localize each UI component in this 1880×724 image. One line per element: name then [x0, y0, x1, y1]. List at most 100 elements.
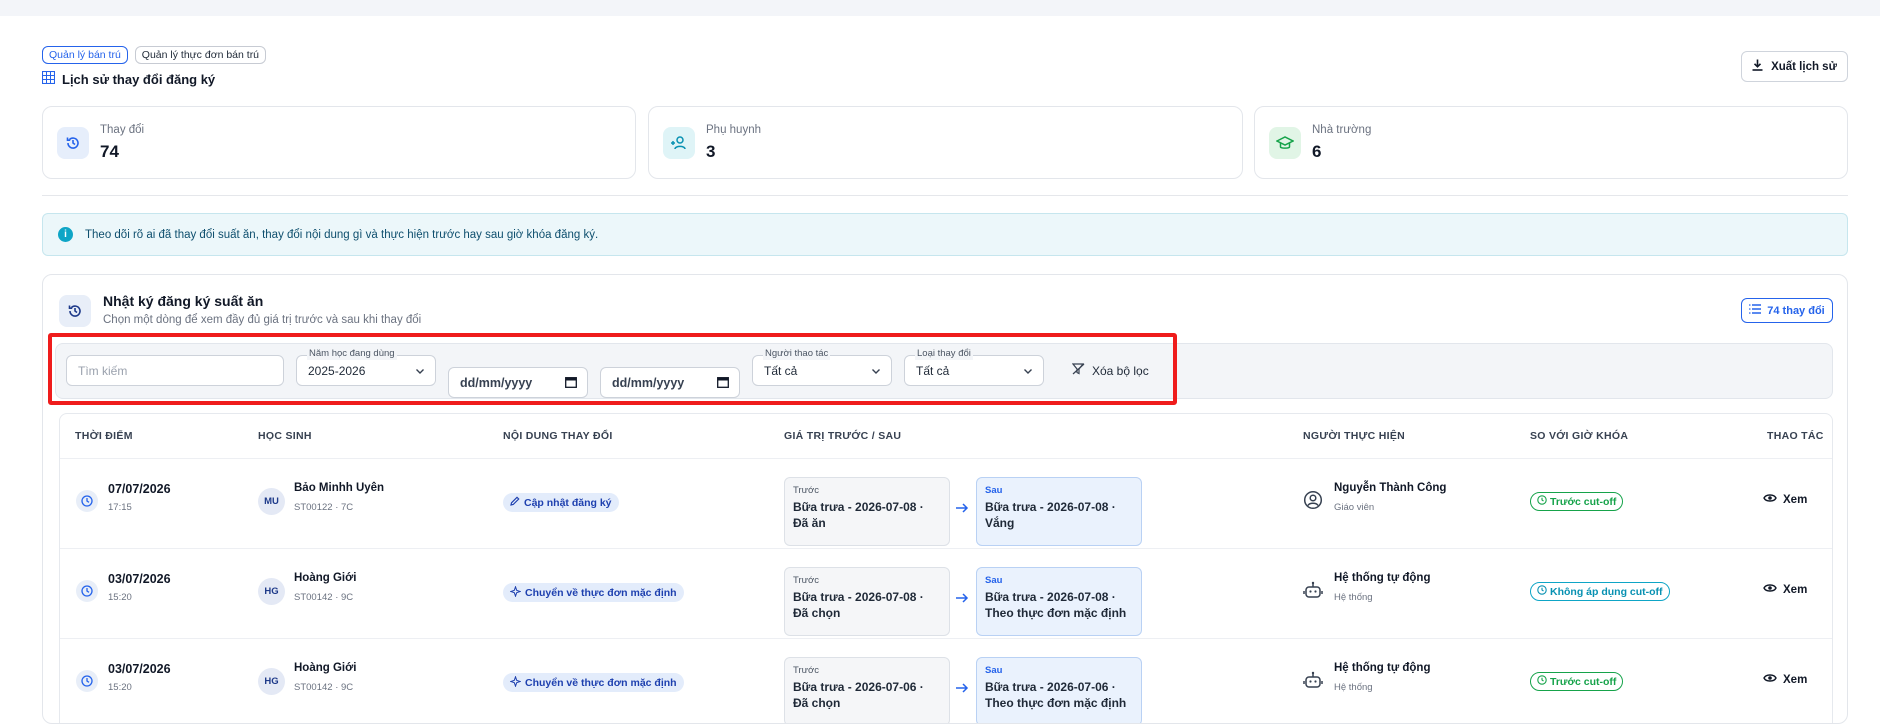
stat-card-changes: Thay đổi 74 [42, 106, 636, 179]
after-value: Bữa trưa - 2026-07-06 · Theo thực đơn mặ… [985, 680, 1127, 710]
arrow-right-icon [955, 501, 969, 519]
view-button[interactable]: Xem [1763, 493, 1807, 506]
cutoff-badge: Không áp dụng cut-off [1530, 582, 1670, 601]
change-type-label: Cập nhật đăng ký [524, 496, 612, 509]
before-label: Trước [793, 485, 819, 496]
breadcrumb: Quản lý bán trú Quản lý thực đơn bán trú [42, 46, 267, 64]
export-label: Xuất lịch sử [1771, 60, 1837, 73]
view-label: Xem [1783, 583, 1808, 596]
crumb-menu-management[interactable]: Quản lý thực đơn bán trú [134, 46, 267, 64]
cutoff-label: Không áp dụng cut-off [1550, 585, 1663, 598]
row-date: 03/07/2026 [108, 662, 171, 676]
page-root: Quản lý bán trú Quản lý thực đơn bán trú… [0, 0, 1880, 724]
change-log-table: THỜI ĐIỂM HỌC SINH NỘI DUNG THAY ĐỔI GIÁ… [59, 413, 1833, 723]
arrow-right-icon [955, 681, 969, 699]
chevron-down-icon [415, 365, 425, 379]
column-header-cutoff: SO VỚI GIỜ KHÓA [1530, 430, 1629, 442]
actor-select[interactable]: Người thao tác Tất cả [752, 348, 892, 386]
list-icon [1749, 304, 1762, 317]
export-history-button[interactable]: Xuất lịch sử [1741, 51, 1848, 82]
stat-value: 3 [706, 142, 716, 161]
divider [42, 195, 1848, 196]
student-code: ST00142 · 9C [294, 592, 354, 603]
view-button[interactable]: Xem [1763, 673, 1807, 686]
change-type-legend: Loại thay đổi [915, 348, 973, 360]
page-title: Lịch sử thay đổi đăng ký [41, 70, 215, 87]
chevron-down-icon [871, 365, 881, 379]
student-code: ST00122 · 7C [294, 502, 354, 513]
date-from-value: dd/mm/yyyy [460, 375, 533, 390]
change-type-label: Chuyển về thực đơn mặc định [525, 586, 677, 599]
clock-check-icon [1537, 585, 1547, 598]
meal-log-panel: Nhật ký đăng ký suất ăn Chọn một dòng để… [42, 274, 1848, 724]
cutoff-label: Trước cut-off [1550, 495, 1617, 508]
arrow-right-icon [955, 591, 969, 609]
column-header-values: GIÁ TRỊ TRƯỚC / SAU [784, 430, 902, 442]
avatar: HG [258, 668, 285, 695]
after-value: Bữa trưa - 2026-07-08 · Vắng [985, 500, 1116, 530]
date-from-input[interactable]: dd/mm/yyyy [448, 367, 588, 398]
column-header-student: HỌC SINH [258, 430, 312, 442]
clock-icon [76, 670, 98, 692]
before-value: Bữa trưa - 2026-07-08 · Đã chọn [793, 590, 924, 620]
row-time: 17:15 [108, 502, 132, 513]
user-circle-icon [1303, 490, 1323, 515]
calendar-icon [565, 376, 577, 391]
filter-bar: Tìm kiếm Năm học đang dùng 2025-2026 dd/… [55, 343, 1833, 399]
change-type-tag: Chuyển về thực đơn mặc định [503, 583, 684, 602]
stat-value: 6 [1312, 142, 1322, 161]
school-year-select[interactable]: Năm học đang dùng 2025-2026 [296, 348, 436, 386]
change-type-select[interactable]: Loại thay đổi Tất cả [904, 348, 1044, 386]
change-type-tag: Chuyển về thực đơn mặc định [503, 673, 684, 692]
cutoff-badge: Trước cut-off [1530, 672, 1624, 691]
change-count-button[interactable]: 74 thay đổi [1741, 298, 1833, 323]
clear-filter-button[interactable]: Xóa bộ lọc [1071, 355, 1149, 386]
actor-name: Hệ thống tự động [1334, 662, 1431, 674]
table-row[interactable]: 07/07/2026 17:15 MU Bảo Minhh Uyên ST001… [60, 458, 1832, 548]
actor-name: Hệ thống tự động [1334, 572, 1431, 584]
change-count-label: 74 thay đổi [1767, 304, 1825, 317]
clock-icon [76, 580, 98, 602]
stat-card-school: Nhà trường 6 [1254, 106, 1848, 179]
actor-value: Tất cả [764, 363, 798, 378]
row-time: 15:20 [108, 592, 132, 603]
stat-card-parents: Phụ huynh 3 [648, 106, 1243, 179]
before-label: Trước [793, 665, 819, 676]
clock-check-icon [1537, 495, 1547, 508]
pencil-icon [510, 496, 520, 509]
search-input[interactable]: Tìm kiếm [66, 355, 284, 386]
sparkle-icon [509, 674, 522, 690]
cutoff-badge: Trước cut-off [1530, 492, 1624, 511]
eye-icon [1763, 493, 1777, 506]
column-header-action: THAO TÁC [1767, 430, 1824, 442]
table-row[interactable]: 03/07/2026 15:20 HG Hoàng Giới ST00142 ·… [60, 638, 1832, 723]
stat-value: 74 [100, 142, 119, 161]
view-label: Xem [1783, 673, 1808, 686]
actor-name: Nguyễn Thành Công [1334, 482, 1447, 494]
value-before: Trước Bữa trưa - 2026-07-06 · Đã chọn [784, 657, 950, 723]
value-before: Trước Bữa trưa - 2026-07-08 · Đã chọn [784, 567, 950, 636]
after-label: Sau [985, 485, 1003, 496]
crumb-meal-management[interactable]: Quản lý bán trú [42, 46, 128, 64]
value-after: Sau Bữa trưa - 2026-07-06 · Theo thực đơ… [976, 657, 1142, 723]
column-header-change: NỘI DUNG THAY ĐỔI [503, 430, 613, 442]
calendar-icon [717, 376, 729, 391]
row-date: 07/07/2026 [108, 482, 171, 496]
avatar: HG [258, 578, 285, 605]
row-time: 15:20 [108, 682, 132, 693]
table-icon [41, 70, 56, 87]
value-before: Trước Bữa trưa - 2026-07-08 · Đã ăn [784, 477, 950, 546]
history-icon [57, 127, 89, 159]
table-row[interactable]: 03/07/2026 15:20 HG Hoàng Giới ST00142 ·… [60, 548, 1832, 638]
stat-label: Thay đổi [100, 124, 145, 136]
view-button[interactable]: Xem [1763, 583, 1807, 596]
info-text: Theo dõi rõ ai đã thay đổi suất ăn, thay… [85, 228, 599, 241]
after-value: Bữa trưa - 2026-07-08 · Theo thực đơn mặ… [985, 590, 1127, 620]
chevron-down-icon [1023, 365, 1033, 379]
info-icon: i [58, 227, 73, 242]
clock-icon [76, 490, 98, 512]
cutoff-label: Trước cut-off [1550, 675, 1617, 688]
panel-subtitle: Chọn một dòng để xem đầy đủ giá trị trướ… [103, 314, 422, 326]
date-to-input[interactable]: dd/mm/yyyy [600, 367, 740, 398]
before-label: Trước [793, 575, 819, 586]
